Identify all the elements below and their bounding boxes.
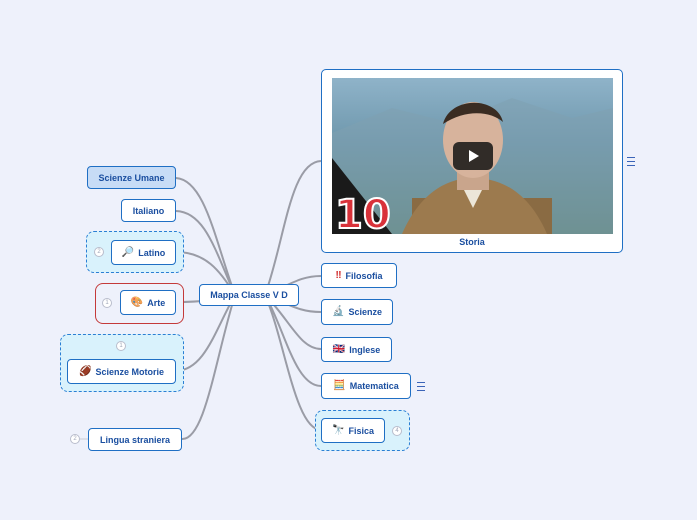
- node-label: Latino: [138, 247, 166, 258]
- physics-icon: 🔭: [332, 424, 345, 436]
- node-label: Fisica: [348, 425, 374, 436]
- play-button[interactable]: [453, 142, 493, 170]
- node-label: Scienze Motorie: [95, 366, 164, 377]
- calculator-icon: 🧮: [333, 380, 346, 391]
- node-label: Arte: [147, 297, 166, 308]
- node-label: Inglese: [349, 344, 381, 355]
- node-label: Italiano: [132, 205, 165, 216]
- node-label: Matematica: [349, 381, 399, 391]
- node-label: Scienze: [348, 307, 382, 317]
- node-label: Filosofia: [345, 270, 383, 281]
- collapse-count-motorie[interactable]: 1: [116, 341, 126, 351]
- microscope-icon: 🔬: [332, 306, 345, 317]
- root-label: Mappa Classe V D: [210, 290, 288, 300]
- collapse-count-fisica[interactable]: 4: [392, 426, 402, 436]
- connector-fisica: [264, 294, 322, 431]
- node-label: Scienze Umane: [98, 172, 165, 183]
- node-scienze-umane[interactable]: Scienze Umane: [87, 166, 176, 189]
- node-latino[interactable]: 🔎 Latino: [111, 240, 176, 265]
- collapse-count-lingua[interactable]: 2: [70, 434, 80, 444]
- node-arte[interactable]: 🎨 Arte: [120, 290, 176, 315]
- node-label: Storia: [459, 237, 485, 247]
- connector-scienze-umane: [175, 177, 236, 296]
- magnifier-icon: 🔎: [121, 246, 135, 258]
- mind-map-canvas[interactable]: Mappa Classe V D Scienze Umane Italiano …: [0, 0, 697, 520]
- collapse-count-latino[interactable]: 2: [94, 247, 104, 257]
- node-scienze[interactable]: 🔬 Scienze: [321, 299, 393, 325]
- node-label: Lingua straniera: [99, 434, 171, 445]
- uk-flag-icon: 🇬🇧: [332, 343, 346, 355]
- double-exclamation-icon: ‼: [335, 269, 342, 281]
- node-filosofia[interactable]: ‼ Filosofia: [321, 263, 397, 288]
- video-overlay-number: 10: [335, 192, 391, 234]
- node-storia[interactable]: 10 Storia: [321, 69, 623, 253]
- notes-icon-matematica[interactable]: [417, 382, 425, 391]
- video-thumbnail[interactable]: 10: [332, 78, 613, 234]
- connector-scienze-motorie: [175, 294, 236, 372]
- connector-matematica: [264, 294, 322, 387]
- football-icon: 🏈: [79, 365, 92, 377]
- node-scienze-motorie[interactable]: 🏈 Scienze Motorie: [67, 359, 176, 384]
- node-inglese[interactable]: 🇬🇧 Inglese: [321, 337, 392, 362]
- root-node[interactable]: Mappa Classe V D: [199, 284, 299, 306]
- collapse-count-arte[interactable]: 1: [102, 298, 112, 308]
- connector-storia: [264, 160, 322, 296]
- palette-icon: 🎨: [130, 296, 144, 308]
- node-matematica[interactable]: 🧮 Matematica: [321, 373, 411, 399]
- node-italiano[interactable]: Italiano: [121, 199, 176, 222]
- node-lingua-straniera[interactable]: Lingua straniera: [88, 428, 182, 451]
- notes-icon-storia[interactable]: [627, 157, 635, 166]
- node-fisica[interactable]: 🔭 Fisica: [321, 418, 385, 443]
